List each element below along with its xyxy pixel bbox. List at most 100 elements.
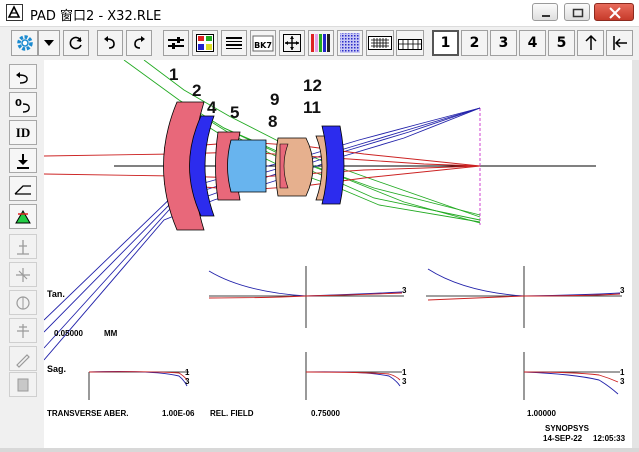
lens-number-1: 1 — [169, 65, 179, 84]
pen-tool-icon — [16, 353, 30, 368]
tan-curves — [208, 268, 621, 301]
lens-5 — [227, 139, 267, 193]
table-button[interactable] — [396, 30, 424, 56]
page-tool-button[interactable] — [9, 372, 37, 397]
lens-number-11: 11 — [303, 98, 321, 117]
tan-curve-label-2: 3 — [620, 286, 625, 295]
pencil-slope-tool-button[interactable] — [9, 176, 37, 201]
sag-label: Sag. — [47, 364, 67, 374]
page-1-button[interactable]: 1 — [432, 30, 459, 56]
refresh-button[interactable] — [63, 30, 89, 56]
color-bars-icon — [311, 34, 330, 52]
settings-dropdown-button[interactable] — [38, 30, 60, 56]
zero-undo-tool-icon: 0 — [15, 98, 30, 113]
expand-arrows-icon — [283, 34, 301, 52]
undo-tool-icon — [16, 71, 28, 84]
bottom-edge — [0, 448, 639, 452]
field-100-label: 1.00000 — [527, 409, 556, 418]
undo-button[interactable] — [97, 30, 123, 56]
transverse-aber-label: TRANSVERSE ABER. — [47, 409, 129, 418]
color-grid-button[interactable] — [192, 30, 218, 56]
gripper-tool-icon — [17, 239, 29, 255]
download-tool-button[interactable] — [9, 148, 37, 173]
settings-gear-icon — [16, 35, 33, 51]
sag-curve-label-1b: 3 — [185, 377, 190, 386]
lens-number-12: 12 — [303, 76, 322, 95]
lens-number-9: 9 — [270, 90, 280, 109]
dropdown-arrow-icon — [44, 40, 54, 46]
window-title: PAD 窗口2 - X32.RLE — [30, 9, 162, 24]
gripper-tool-button[interactable] — [9, 234, 37, 259]
up-arrow-button[interactable] — [577, 30, 604, 56]
circle-tool-icon — [16, 295, 30, 310]
keyboard-icon — [368, 36, 392, 50]
minimize-button[interactable] — [532, 3, 558, 21]
keyboard-button[interactable] — [366, 30, 394, 56]
company-label: SYNOPSYS — [545, 424, 590, 433]
redo-icon — [134, 36, 145, 49]
up-arrow-icon — [584, 34, 597, 50]
sliders-button[interactable] — [163, 30, 189, 56]
page-5-button[interactable]: 5 — [548, 30, 575, 56]
lens-number-4: 4 — [207, 98, 217, 117]
page-2-button[interactable]: 2 — [461, 30, 488, 56]
id-tool-button[interactable]: ID — [9, 120, 37, 145]
redo-button[interactable] — [126, 30, 152, 56]
zero-undo-tool-button[interactable]: 0 — [9, 92, 37, 117]
dither-pattern-icon — [340, 33, 360, 53]
minimize-icon — [542, 15, 550, 17]
sliders-icon — [168, 37, 184, 49]
glass-label-text: BK7 — [254, 41, 272, 50]
lens-diagram — [44, 60, 622, 400]
zero-label: 0 — [15, 98, 22, 109]
page-tool-icon — [17, 378, 29, 391]
scale-value: 0.05000 — [54, 329, 83, 338]
page-3-button[interactable]: 3 — [490, 30, 517, 56]
crosshair-tool-icon — [16, 267, 30, 282]
sag-curve-label-3b: 3 — [620, 377, 625, 386]
lens-number-2: 2 — [192, 81, 202, 100]
sag-curve-label-1a: 1 — [185, 368, 190, 377]
barcode-button[interactable] — [221, 30, 247, 56]
download-tool-icon — [17, 153, 29, 169]
app-logo-icon — [6, 4, 23, 21]
expand-button[interactable] — [279, 30, 305, 56]
field-075-label: 0.75000 — [311, 409, 340, 418]
color-grid-icon — [196, 34, 214, 52]
glass-label-icon: BK7 — [252, 35, 274, 52]
vertical-scrollbar[interactable] — [632, 60, 639, 448]
close-button[interactable] — [594, 3, 634, 21]
title-bar: PAD 窗口2 - X32.RLE — [0, 0, 639, 27]
undo-icon — [104, 36, 115, 49]
drawing-canvas[interactable]: 1 2 4 5 9 8 12 11 Tan. 0.05000 MM Sag. T… — [44, 60, 632, 448]
close-icon — [609, 7, 621, 19]
sag-curve-label-2b: 3 — [402, 377, 407, 386]
page-4-button[interactable]: 4 — [519, 30, 546, 56]
id-tool-icon: ID — [15, 124, 31, 140]
refresh-icon — [69, 36, 82, 50]
barcode-icon — [226, 37, 242, 49]
time-label: 12:05:33 — [593, 434, 626, 443]
scale-unit: MM — [104, 329, 118, 338]
undo-tool-button[interactable] — [9, 64, 37, 89]
lens-number-5: 5 — [230, 103, 240, 122]
crosshair-tool-button[interactable] — [9, 262, 37, 287]
circle-tool-button[interactable] — [9, 290, 37, 315]
lens-tool-icon — [17, 323, 29, 338]
color-bars-button[interactable] — [308, 30, 334, 56]
maximize-button[interactable] — [564, 3, 590, 21]
pen-tool-button[interactable] — [9, 346, 37, 371]
green-triangle-tool-button[interactable] — [9, 204, 37, 229]
dither-button[interactable] — [337, 30, 363, 56]
wavelength-label: 1.00E-06 — [162, 409, 195, 418]
pencil-slope-tool-icon — [14, 184, 31, 195]
date-label: 14-SEP-22 — [543, 434, 583, 443]
green-triangle-tool-icon — [15, 209, 31, 223]
glass-catalog-button[interactable]: BK7 — [250, 30, 276, 56]
sag-curve-label-2a: 1 — [402, 368, 407, 377]
lens-tool-button[interactable] — [9, 318, 37, 343]
first-page-button[interactable] — [606, 30, 633, 56]
settings-button[interactable] — [11, 30, 38, 56]
sag-curves — [88, 371, 619, 395]
table-icon — [398, 39, 422, 50]
